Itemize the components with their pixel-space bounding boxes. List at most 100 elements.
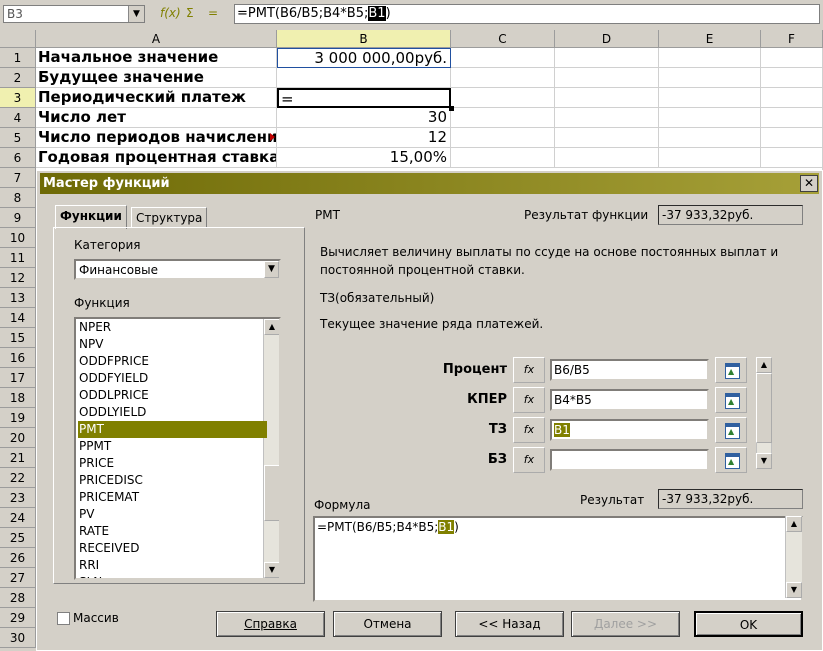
row-header[interactable]: 5 [0,128,36,148]
tab-functions[interactable]: Функции [55,205,127,229]
cell-d3[interactable] [555,88,659,108]
cell-e4[interactable] [659,108,761,128]
arguments-scrollbar[interactable]: ▲ ▼ [756,357,772,469]
cell-a6[interactable]: Годовая процентная ставка [36,148,277,168]
cancel-button[interactable]: Отмена [333,611,442,637]
cell-f3[interactable] [761,88,823,108]
function-list-item[interactable]: PRICEMAT [78,489,267,506]
row-header[interactable]: 4 [0,108,36,128]
row-header[interactable]: 3 [0,88,36,108]
fill-handle[interactable] [449,106,454,111]
cell-b4[interactable]: 30 [277,108,451,128]
cell-f2[interactable] [761,68,823,88]
function-list-item[interactable]: NPV [78,336,267,353]
argument-input[interactable]: B4*B5 [550,389,709,411]
tab-structure[interactable]: Структура [131,207,208,228]
column-header-d[interactable]: D [555,30,659,48]
row-header[interactable]: 16 [0,348,36,368]
function-list-item[interactable]: SLN [78,574,267,578]
column-header-e[interactable]: E [659,30,761,48]
column-header-c[interactable]: C [451,30,555,48]
ok-button[interactable]: OK [694,611,803,637]
row-header[interactable]: 29 [0,608,36,628]
cell-e2[interactable] [659,68,761,88]
cell-d6[interactable] [555,148,659,168]
cell-c6[interactable] [451,148,555,168]
shrink-dialog-button[interactable] [715,417,747,443]
cell-f1[interactable] [761,48,823,68]
function-list-item[interactable]: PRICE [78,455,267,472]
row-header[interactable]: 12 [0,268,36,288]
row-header[interactable]: 1 [0,48,36,68]
row-header[interactable]: 22 [0,468,36,488]
cell-d2[interactable] [555,68,659,88]
row-header[interactable]: 8 [0,188,36,208]
row-header[interactable]: 19 [0,408,36,428]
cell-e1[interactable] [659,48,761,68]
function-list-item[interactable]: PPMT [78,438,267,455]
back-button[interactable]: << Назад [455,611,564,637]
row-header[interactable]: 21 [0,448,36,468]
cell-a2[interactable]: Будущее значение [36,68,277,88]
argument-input[interactable]: B6/B5 [550,359,709,381]
cell-b6[interactable]: 15,00% [277,148,451,168]
column-header-a[interactable]: A [36,30,277,48]
scroll-down-icon[interactable]: ▼ [756,453,772,469]
chevron-down-icon[interactable]: ▼ [128,6,144,22]
fx-icon[interactable]: fx [513,417,545,443]
cell-a5[interactable]: Число периодов начислени [36,128,277,148]
category-select[interactable]: Финансовые ▼ [74,259,281,280]
cell-b5[interactable]: 12 [277,128,451,148]
shrink-dialog-button[interactable] [715,387,747,413]
close-icon[interactable]: ✕ [800,175,818,192]
row-header[interactable]: 2 [0,68,36,88]
row-header[interactable]: 18 [0,388,36,408]
corner-select-all[interactable] [0,30,36,48]
cell-f5[interactable] [761,128,823,148]
shrink-dialog-button[interactable] [715,447,747,473]
formula-input[interactable]: =PMT(B6/B5;B4*B5;B1) [234,4,820,24]
cell-c4[interactable] [451,108,555,128]
cell-f6[interactable] [761,148,823,168]
chevron-down-icon[interactable]: ▼ [264,261,279,278]
cell-a1[interactable]: Начальное значение [36,48,277,68]
cell-d4[interactable] [555,108,659,128]
function-list-item[interactable]: PMT [78,421,267,438]
equals-icon[interactable]: = [208,6,218,20]
function-wizard-icon[interactable]: f(x) [160,6,181,20]
cell-e5[interactable] [659,128,761,148]
function-list-item[interactable]: PV [78,506,267,523]
row-header[interactable]: 15 [0,328,36,348]
function-list-item[interactable]: PRICEDISC [78,472,267,489]
next-button[interactable]: Далее >> [571,611,680,637]
cell-b2[interactable] [277,68,451,88]
cell-e6[interactable] [659,148,761,168]
help-button[interactable]: Справка [216,611,325,637]
row-header[interactable]: 9 [0,208,36,228]
function-list-item[interactable]: ODDFYIELD [78,370,267,387]
row-header[interactable]: 28 [0,588,36,608]
fx-icon[interactable]: fx [513,357,545,383]
scroll-thumb[interactable] [756,373,772,443]
row-header[interactable]: 6 [0,148,36,168]
argument-input[interactable]: B1 [550,419,709,441]
cell-b3[interactable]: = [277,88,451,108]
row-header[interactable]: 25 [0,528,36,548]
scroll-up-icon[interactable]: ▲ [756,357,772,373]
fx-icon[interactable]: fx [513,447,545,473]
row-header[interactable]: 14 [0,308,36,328]
function-list-item[interactable]: RATE [78,523,267,540]
name-box[interactable]: B3 ▼ [3,5,145,23]
formula-scrollbar[interactable]: ▲ ▼ [785,516,802,598]
function-list-item[interactable]: ODDLPRICE [78,387,267,404]
cell-f4[interactable] [761,108,823,128]
function-list-item[interactable]: NPER [78,319,267,336]
cell-d1[interactable] [555,48,659,68]
row-header[interactable]: 11 [0,248,36,268]
row-header[interactable]: 30 [0,628,36,648]
function-list[interactable]: ▲ ▼ NPER NPV ODDFPRICE ODDFYIELD ODDLPRICE OD… [74,317,281,580]
cell-c5[interactable] [451,128,555,148]
cell-a3[interactable]: Периодический платеж [36,88,277,108]
sum-icon[interactable]: Σ [186,6,194,20]
row-header[interactable]: 7 [0,168,36,188]
